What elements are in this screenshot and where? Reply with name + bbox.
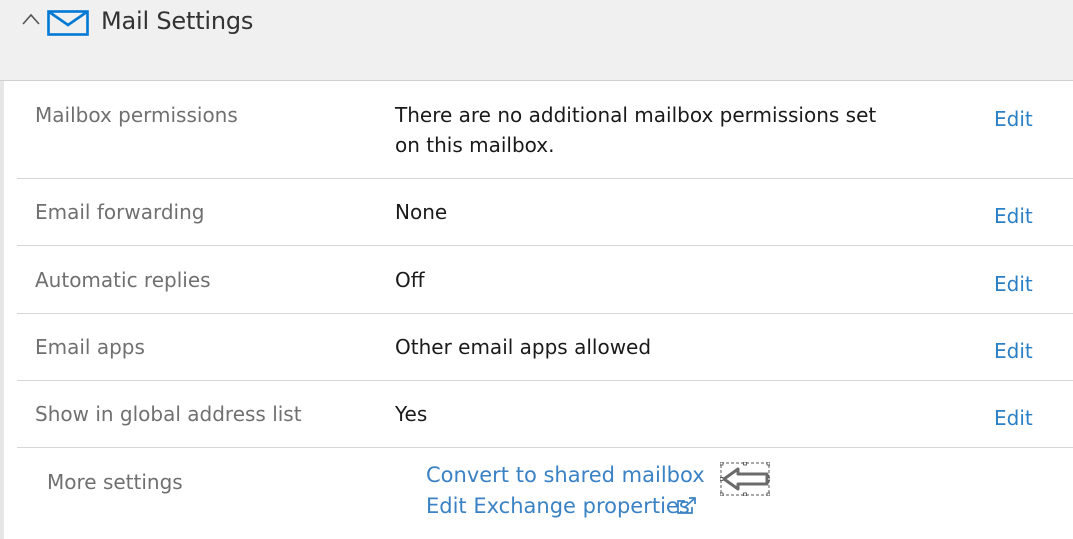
- edit-email-apps-link[interactable]: Edit: [994, 339, 1033, 363]
- more-settings-label: More settings: [47, 470, 183, 494]
- mail-settings-page: Mail Settings Mailbox permissions There …: [0, 0, 1073, 539]
- edit-email-forwarding-link[interactable]: Edit: [994, 204, 1033, 228]
- settings-row-email-apps: Email apps Other email apps allowed Edit: [17, 314, 1073, 381]
- row-value: Off: [395, 268, 425, 292]
- settings-row-email-forwarding: Email forwarding None Edit: [17, 179, 1073, 246]
- edit-exchange-properties-link[interactable]: Edit Exchange properties: [426, 494, 690, 518]
- row-value: Other email apps allowed: [395, 335, 652, 359]
- external-link-icon[interactable]: [676, 496, 698, 516]
- row-label: Automatic replies: [35, 268, 211, 292]
- mail-envelope-icon: [47, 10, 89, 36]
- chevron-up-icon[interactable]: [21, 9, 41, 29]
- edit-automatic-replies-link[interactable]: Edit: [994, 272, 1033, 296]
- row-label: Show in global address list: [35, 402, 302, 426]
- edit-global-address-list-link[interactable]: Edit: [994, 406, 1033, 430]
- settings-row-mailbox-permissions: Mailbox permissions There are no additio…: [17, 81, 1073, 179]
- mail-settings-header[interactable]: Mail Settings: [0, 0, 1073, 81]
- edit-mailbox-permissions-link[interactable]: Edit: [994, 107, 1033, 131]
- section-title: Mail Settings: [101, 7, 254, 35]
- row-value-line: on this mailbox.: [395, 133, 555, 157]
- row-label: Email apps: [35, 335, 145, 359]
- row-label: Mailbox permissions: [35, 103, 238, 127]
- settings-row-global-address-list: Show in global address list Yes Edit: [17, 381, 1073, 448]
- convert-to-shared-mailbox-link[interactable]: Convert to shared mailbox: [426, 463, 705, 487]
- row-label: Email forwarding: [35, 200, 205, 224]
- row-value: There are no additional mailbox permissi…: [395, 100, 905, 160]
- row-value: Yes: [395, 402, 428, 426]
- row-value-line: There are no additional mailbox permissi…: [395, 103, 877, 127]
- left-arrow-callout-icon: [720, 462, 770, 496]
- row-value: None: [395, 200, 448, 224]
- settings-row-automatic-replies: Automatic replies Off Edit: [17, 246, 1073, 314]
